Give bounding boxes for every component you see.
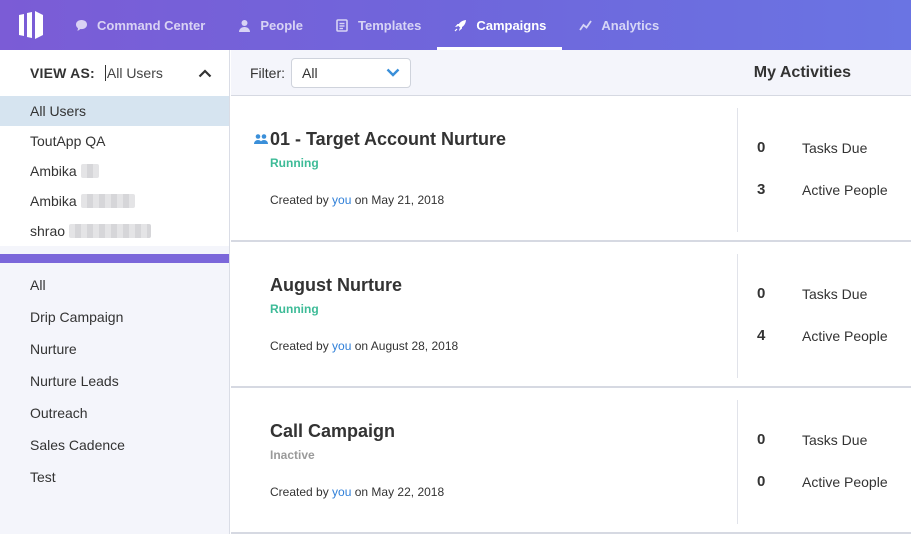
user-item-ambika-1[interactable]: Ambika xyxy=(0,156,229,186)
redacted-text xyxy=(80,164,99,178)
user-name: ToutApp QA xyxy=(30,133,106,149)
nav-command-center[interactable]: Command Center xyxy=(58,0,221,50)
nav-label: People xyxy=(260,17,303,33)
created-by-text: Created by you on August 28, 2018 xyxy=(270,339,458,353)
view-as-value[interactable]: All Users xyxy=(104,65,163,81)
campaign-title[interactable]: 01 - Target Account Nurture xyxy=(270,129,506,150)
user-name: shrao xyxy=(30,223,66,239)
vertical-divider xyxy=(737,254,738,378)
tasks-due-stat: 0 Tasks Due xyxy=(757,431,867,448)
logo-icon xyxy=(19,11,43,39)
top-nav-bar: Command Center People Templates Campaign… xyxy=(0,0,911,50)
campaign-card[interactable]: 01 - Target Account Nurture Running Crea… xyxy=(231,97,911,242)
user-list: All Users ToutApp QA Ambika Ambika shrao xyxy=(0,96,229,246)
created-by-prefix: Created by xyxy=(270,193,329,207)
tasks-due-count: 0 xyxy=(757,431,766,448)
user-item-toutapp-qa[interactable]: ToutApp QA xyxy=(0,126,229,156)
vertical-divider xyxy=(737,108,738,232)
my-activities-heading: My Activities xyxy=(753,63,851,81)
created-by-prefix: Created by xyxy=(270,485,329,499)
category-item-all[interactable]: All xyxy=(0,269,229,301)
user-name: Ambika xyxy=(30,163,77,179)
tasks-due-stat: 0 Tasks Due xyxy=(757,285,867,302)
active-people-stat: 4 Active People xyxy=(757,327,888,344)
active-people-count: 3 xyxy=(757,181,766,198)
nav-analytics[interactable]: Analytics xyxy=(562,0,675,50)
redacted-text xyxy=(80,194,135,208)
created-date: on August 28, 2018 xyxy=(354,339,459,353)
category-item-outreach[interactable]: Outreach xyxy=(0,397,229,429)
view-as-row[interactable]: VIEW AS: All Users xyxy=(0,50,229,96)
created-by-text: Created by you on May 21, 2018 xyxy=(270,193,444,207)
user-name: All Users xyxy=(30,103,87,119)
view-as-label: VIEW AS: xyxy=(30,65,95,81)
category-list: All Drip Campaign Nurture Nurture Leads … xyxy=(0,263,229,493)
section-divider xyxy=(0,254,229,263)
redacted-text xyxy=(69,224,152,238)
document-icon xyxy=(335,18,349,32)
filter-select[interactable]: All xyxy=(291,57,411,88)
campaign-title[interactable]: August Nurture xyxy=(270,275,402,296)
sidebar: VIEW AS: All Users All Users ToutApp QA … xyxy=(0,50,230,534)
nav-templates[interactable]: Templates xyxy=(319,0,437,50)
app-logo[interactable] xyxy=(0,0,58,50)
active-people-count: 0 xyxy=(757,473,766,490)
vertical-divider xyxy=(737,400,738,524)
user-item-ambika-2[interactable]: Ambika xyxy=(0,186,229,216)
tasks-due-label: Tasks Due xyxy=(802,431,868,448)
person-icon xyxy=(237,18,251,32)
active-people-label: Active People xyxy=(802,473,888,490)
created-date: on May 21, 2018 xyxy=(354,193,445,207)
created-by-link[interactable]: you xyxy=(332,193,351,207)
category-item-nurture[interactable]: Nurture xyxy=(0,333,229,365)
nav-label: Campaigns xyxy=(476,17,547,33)
tasks-due-count: 0 xyxy=(757,285,766,302)
tasks-due-stat: 0 Tasks Due xyxy=(757,139,867,156)
status-badge: Running xyxy=(270,302,319,316)
user-item-all-users[interactable]: All Users xyxy=(0,96,229,126)
tasks-due-label: Tasks Due xyxy=(802,285,868,302)
filter-bar: Filter: All My Activities xyxy=(231,50,911,96)
active-people-label: Active People xyxy=(802,327,888,344)
created-date: on May 22, 2018 xyxy=(354,485,445,499)
nav-label: Command Center xyxy=(97,17,206,33)
people-group-icon xyxy=(254,132,268,144)
nav-label: Analytics xyxy=(601,17,660,33)
user-name: Ambika xyxy=(30,193,77,209)
active-people-stat: 0 Active People xyxy=(757,473,888,490)
status-badge: Inactive xyxy=(270,448,315,462)
chevron-down-icon xyxy=(386,68,400,77)
status-badge: Running xyxy=(270,156,319,170)
tasks-due-count: 0 xyxy=(757,139,766,156)
active-people-count: 4 xyxy=(757,327,766,344)
chevron-up-icon[interactable] xyxy=(197,65,213,81)
chat-bubble-icon xyxy=(74,18,88,32)
active-people-label: Active People xyxy=(802,181,888,198)
category-item-drip-campaign[interactable]: Drip Campaign xyxy=(0,301,229,333)
created-by-link[interactable]: you xyxy=(332,485,351,499)
created-by-link[interactable]: you xyxy=(332,339,351,353)
rocket-icon xyxy=(453,18,467,32)
created-by-prefix: Created by xyxy=(270,339,329,353)
nav-label: Templates xyxy=(357,17,422,33)
tasks-due-label: Tasks Due xyxy=(802,139,868,156)
category-item-nurture-leads[interactable]: Nurture Leads xyxy=(0,365,229,397)
campaign-card[interactable]: August Nurture Running Created by you on… xyxy=(231,243,911,388)
user-item-shrao[interactable]: shrao xyxy=(0,216,229,246)
campaign-title[interactable]: Call Campaign xyxy=(270,421,395,442)
category-item-test[interactable]: Test xyxy=(0,461,229,493)
active-people-stat: 3 Active People xyxy=(757,181,888,198)
filter-label: Filter: xyxy=(250,64,285,81)
line-chart-icon xyxy=(578,18,592,32)
category-item-sales-cadence[interactable]: Sales Cadence xyxy=(0,429,229,461)
created-by-text: Created by you on May 22, 2018 xyxy=(270,485,444,499)
filter-value: All xyxy=(302,64,318,81)
nav-people[interactable]: People xyxy=(221,0,319,50)
campaign-card[interactable]: Call Campaign Inactive Created by you on… xyxy=(231,389,911,534)
nav-campaigns[interactable]: Campaigns xyxy=(437,0,563,50)
